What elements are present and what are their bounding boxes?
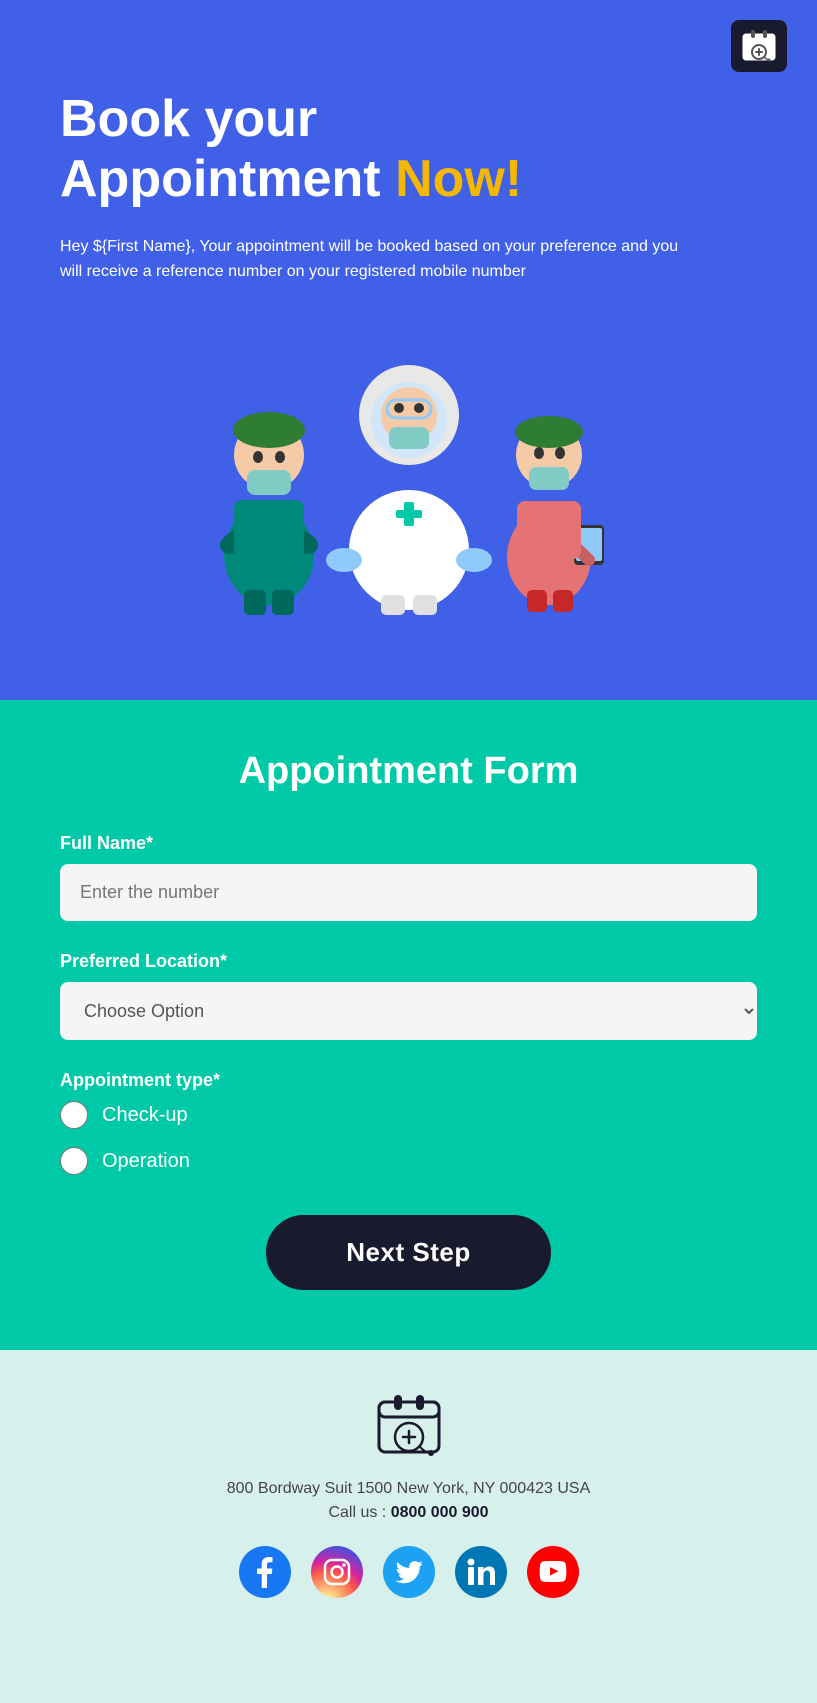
form-title: Appointment Form bbox=[60, 750, 757, 793]
linkedin-icon[interactable] bbox=[455, 1546, 507, 1598]
appointment-type-group: Appointment type* Check-up Operation bbox=[60, 1070, 757, 1175]
next-step-button[interactable]: Next Step bbox=[266, 1215, 550, 1290]
footer-phone: Call us : 0800 000 900 bbox=[20, 1504, 797, 1522]
preferred-location-select[interactable]: Choose Option New York Los Angeles Chica… bbox=[60, 982, 757, 1040]
form-section: Appointment Form Full Name* Preferred Lo… bbox=[0, 700, 817, 1350]
hero-logo bbox=[731, 20, 787, 72]
radio-group: Check-up Operation bbox=[60, 1101, 757, 1175]
preferred-location-group: Preferred Location* Choose Option New Yo… bbox=[60, 951, 757, 1040]
radio-operation-input[interactable] bbox=[60, 1147, 88, 1175]
twitter-icon[interactable] bbox=[383, 1546, 435, 1598]
radio-checkup-label: Check-up bbox=[102, 1104, 188, 1127]
hero-title: Book your Appointment Now! bbox=[60, 90, 757, 210]
footer-call-label: Call us : bbox=[328, 1504, 386, 1521]
footer-logo bbox=[374, 1390, 444, 1460]
youtube-icon[interactable] bbox=[527, 1546, 579, 1598]
footer-address: 800 Bordway Suit 1500 New York, NY 00042… bbox=[20, 1480, 797, 1498]
footer: 800 Bordway Suit 1500 New York, NY 00042… bbox=[0, 1350, 817, 1648]
hero-section: Book your Appointment Now! Hey ${First N… bbox=[0, 0, 817, 700]
hero-subtitle: Hey ${First Name}, Your appointment will… bbox=[60, 234, 680, 285]
radio-operation[interactable]: Operation bbox=[60, 1147, 757, 1175]
appointment-type-label: Appointment type* bbox=[60, 1070, 757, 1091]
radio-checkup-input[interactable] bbox=[60, 1101, 88, 1129]
instagram-icon[interactable] bbox=[311, 1546, 363, 1598]
full-name-input[interactable] bbox=[60, 864, 757, 921]
facebook-icon[interactable] bbox=[239, 1546, 291, 1598]
doctors-illustration bbox=[60, 295, 757, 615]
social-icons bbox=[20, 1546, 797, 1598]
full-name-group: Full Name* bbox=[60, 833, 757, 921]
radio-operation-label: Operation bbox=[102, 1150, 190, 1173]
footer-phone-number: 0800 000 900 bbox=[391, 1504, 489, 1521]
preferred-location-label: Preferred Location* bbox=[60, 951, 757, 972]
full-name-label: Full Name* bbox=[60, 833, 757, 854]
radio-checkup[interactable]: Check-up bbox=[60, 1101, 757, 1129]
